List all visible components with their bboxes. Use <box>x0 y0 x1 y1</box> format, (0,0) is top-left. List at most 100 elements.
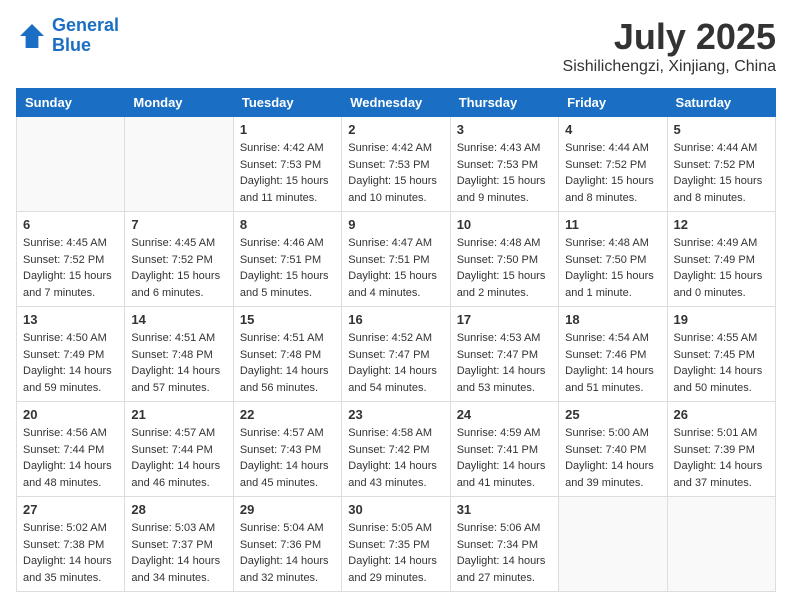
calendar-cell: 23 Sunrise: 4:58 AM Sunset: 7:42 PM Dayl… <box>342 402 450 497</box>
calendar-cell: 29 Sunrise: 5:04 AM Sunset: 7:36 PM Dayl… <box>233 497 341 592</box>
sunset: Sunset: 7:47 PM <box>457 349 538 361</box>
sunrise: Sunrise: 4:51 AM <box>131 332 215 344</box>
sunset: Sunset: 7:47 PM <box>348 349 429 361</box>
daylight: Daylight: 14 hours and 32 minutes. <box>240 555 329 584</box>
calendar-cell: 7 Sunrise: 4:45 AM Sunset: 7:52 PM Dayli… <box>125 212 233 307</box>
weekday-header-monday: Monday <box>125 89 233 117</box>
calendar-cell: 24 Sunrise: 4:59 AM Sunset: 7:41 PM Dayl… <box>450 402 558 497</box>
day-info: Sunrise: 4:51 AM Sunset: 7:48 PM Dayligh… <box>240 330 335 396</box>
day-number: 4 <box>565 122 660 137</box>
sunset: Sunset: 7:41 PM <box>457 444 538 456</box>
day-number: 19 <box>674 312 769 327</box>
day-number: 21 <box>131 407 226 422</box>
calendar-cell: 6 Sunrise: 4:45 AM Sunset: 7:52 PM Dayli… <box>17 212 125 307</box>
calendar-cell: 9 Sunrise: 4:47 AM Sunset: 7:51 PM Dayli… <box>342 212 450 307</box>
daylight: Daylight: 15 hours and 10 minutes. <box>348 175 437 204</box>
sunrise: Sunrise: 4:51 AM <box>240 332 324 344</box>
page-header: General Blue July 2025 Sishilichengzi, X… <box>16 16 776 76</box>
calendar-cell: 20 Sunrise: 4:56 AM Sunset: 7:44 PM Dayl… <box>17 402 125 497</box>
sunset: Sunset: 7:35 PM <box>348 539 429 551</box>
day-info: Sunrise: 5:01 AM Sunset: 7:39 PM Dayligh… <box>674 425 769 491</box>
calendar-cell: 21 Sunrise: 4:57 AM Sunset: 7:44 PM Dayl… <box>125 402 233 497</box>
day-number: 17 <box>457 312 552 327</box>
calendar-cell: 19 Sunrise: 4:55 AM Sunset: 7:45 PM Dayl… <box>667 307 775 402</box>
sunrise: Sunrise: 5:03 AM <box>131 522 215 534</box>
daylight: Daylight: 14 hours and 50 minutes. <box>674 365 763 394</box>
sunrise: Sunrise: 4:45 AM <box>23 237 107 249</box>
sunrise: Sunrise: 4:59 AM <box>457 427 541 439</box>
sunset: Sunset: 7:43 PM <box>240 444 321 456</box>
sunset: Sunset: 7:37 PM <box>131 539 212 551</box>
day-number: 10 <box>457 217 552 232</box>
day-number: 12 <box>674 217 769 232</box>
daylight: Daylight: 14 hours and 46 minutes. <box>131 460 220 489</box>
sunrise: Sunrise: 4:42 AM <box>348 142 432 154</box>
day-info: Sunrise: 4:53 AM Sunset: 7:47 PM Dayligh… <box>457 330 552 396</box>
sunset: Sunset: 7:39 PM <box>674 444 755 456</box>
day-info: Sunrise: 4:49 AM Sunset: 7:49 PM Dayligh… <box>674 235 769 301</box>
daylight: Daylight: 15 hours and 8 minutes. <box>565 175 654 204</box>
daylight: Daylight: 14 hours and 59 minutes. <box>23 365 112 394</box>
day-number: 22 <box>240 407 335 422</box>
daylight: Daylight: 14 hours and 29 minutes. <box>348 555 437 584</box>
calendar-week-1: 1 Sunrise: 4:42 AM Sunset: 7:53 PM Dayli… <box>17 117 776 212</box>
daylight: Daylight: 14 hours and 45 minutes. <box>240 460 329 489</box>
calendar-cell <box>125 117 233 212</box>
sunrise: Sunrise: 4:50 AM <box>23 332 107 344</box>
calendar-cell <box>667 497 775 592</box>
day-info: Sunrise: 4:48 AM Sunset: 7:50 PM Dayligh… <box>457 235 552 301</box>
day-number: 29 <box>240 502 335 517</box>
day-info: Sunrise: 4:54 AM Sunset: 7:46 PM Dayligh… <box>565 330 660 396</box>
day-info: Sunrise: 4:44 AM Sunset: 7:52 PM Dayligh… <box>565 140 660 206</box>
sunset: Sunset: 7:45 PM <box>674 349 755 361</box>
day-info: Sunrise: 4:45 AM Sunset: 7:52 PM Dayligh… <box>23 235 118 301</box>
daylight: Daylight: 15 hours and 11 minutes. <box>240 175 329 204</box>
day-number: 26 <box>674 407 769 422</box>
calendar-cell: 11 Sunrise: 4:48 AM Sunset: 7:50 PM Dayl… <box>559 212 667 307</box>
daylight: Daylight: 14 hours and 35 minutes. <box>23 555 112 584</box>
sunrise: Sunrise: 4:44 AM <box>674 142 758 154</box>
sunrise: Sunrise: 5:06 AM <box>457 522 541 534</box>
day-number: 3 <box>457 122 552 137</box>
day-info: Sunrise: 4:57 AM Sunset: 7:43 PM Dayligh… <box>240 425 335 491</box>
sunrise: Sunrise: 4:48 AM <box>457 237 541 249</box>
day-number: 27 <box>23 502 118 517</box>
calendar-location: Sishilichengzi, Xinjiang, China <box>563 58 776 76</box>
day-number: 5 <box>674 122 769 137</box>
calendar-week-4: 20 Sunrise: 4:56 AM Sunset: 7:44 PM Dayl… <box>17 402 776 497</box>
day-number: 7 <box>131 217 226 232</box>
sunrise: Sunrise: 4:49 AM <box>674 237 758 249</box>
calendar-cell: 25 Sunrise: 5:00 AM Sunset: 7:40 PM Dayl… <box>559 402 667 497</box>
day-info: Sunrise: 5:04 AM Sunset: 7:36 PM Dayligh… <box>240 520 335 586</box>
calendar-table: SundayMondayTuesdayWednesdayThursdayFrid… <box>16 88 776 592</box>
sunset: Sunset: 7:52 PM <box>565 159 646 171</box>
day-number: 16 <box>348 312 443 327</box>
day-number: 6 <box>23 217 118 232</box>
sunset: Sunset: 7:46 PM <box>565 349 646 361</box>
calendar-cell: 18 Sunrise: 4:54 AM Sunset: 7:46 PM Dayl… <box>559 307 667 402</box>
logo: General Blue <box>16 16 119 56</box>
calendar-cell: 14 Sunrise: 4:51 AM Sunset: 7:48 PM Dayl… <box>125 307 233 402</box>
day-info: Sunrise: 4:45 AM Sunset: 7:52 PM Dayligh… <box>131 235 226 301</box>
daylight: Daylight: 14 hours and 56 minutes. <box>240 365 329 394</box>
calendar-cell: 8 Sunrise: 4:46 AM Sunset: 7:51 PM Dayli… <box>233 212 341 307</box>
calendar-cell: 2 Sunrise: 4:42 AM Sunset: 7:53 PM Dayli… <box>342 117 450 212</box>
sunset: Sunset: 7:36 PM <box>240 539 321 551</box>
sunrise: Sunrise: 5:04 AM <box>240 522 324 534</box>
sunrise: Sunrise: 4:57 AM <box>240 427 324 439</box>
day-info: Sunrise: 5:00 AM Sunset: 7:40 PM Dayligh… <box>565 425 660 491</box>
daylight: Daylight: 14 hours and 34 minutes. <box>131 555 220 584</box>
daylight: Daylight: 14 hours and 41 minutes. <box>457 460 546 489</box>
day-number: 9 <box>348 217 443 232</box>
calendar-cell: 17 Sunrise: 4:53 AM Sunset: 7:47 PM Dayl… <box>450 307 558 402</box>
daylight: Daylight: 14 hours and 57 minutes. <box>131 365 220 394</box>
logo-text: General Blue <box>52 16 119 56</box>
sunrise: Sunrise: 4:56 AM <box>23 427 107 439</box>
day-number: 20 <box>23 407 118 422</box>
calendar-cell: 16 Sunrise: 4:52 AM Sunset: 7:47 PM Dayl… <box>342 307 450 402</box>
daylight: Daylight: 14 hours and 27 minutes. <box>457 555 546 584</box>
day-number: 25 <box>565 407 660 422</box>
day-number: 14 <box>131 312 226 327</box>
calendar-week-5: 27 Sunrise: 5:02 AM Sunset: 7:38 PM Dayl… <box>17 497 776 592</box>
weekday-header-tuesday: Tuesday <box>233 89 341 117</box>
